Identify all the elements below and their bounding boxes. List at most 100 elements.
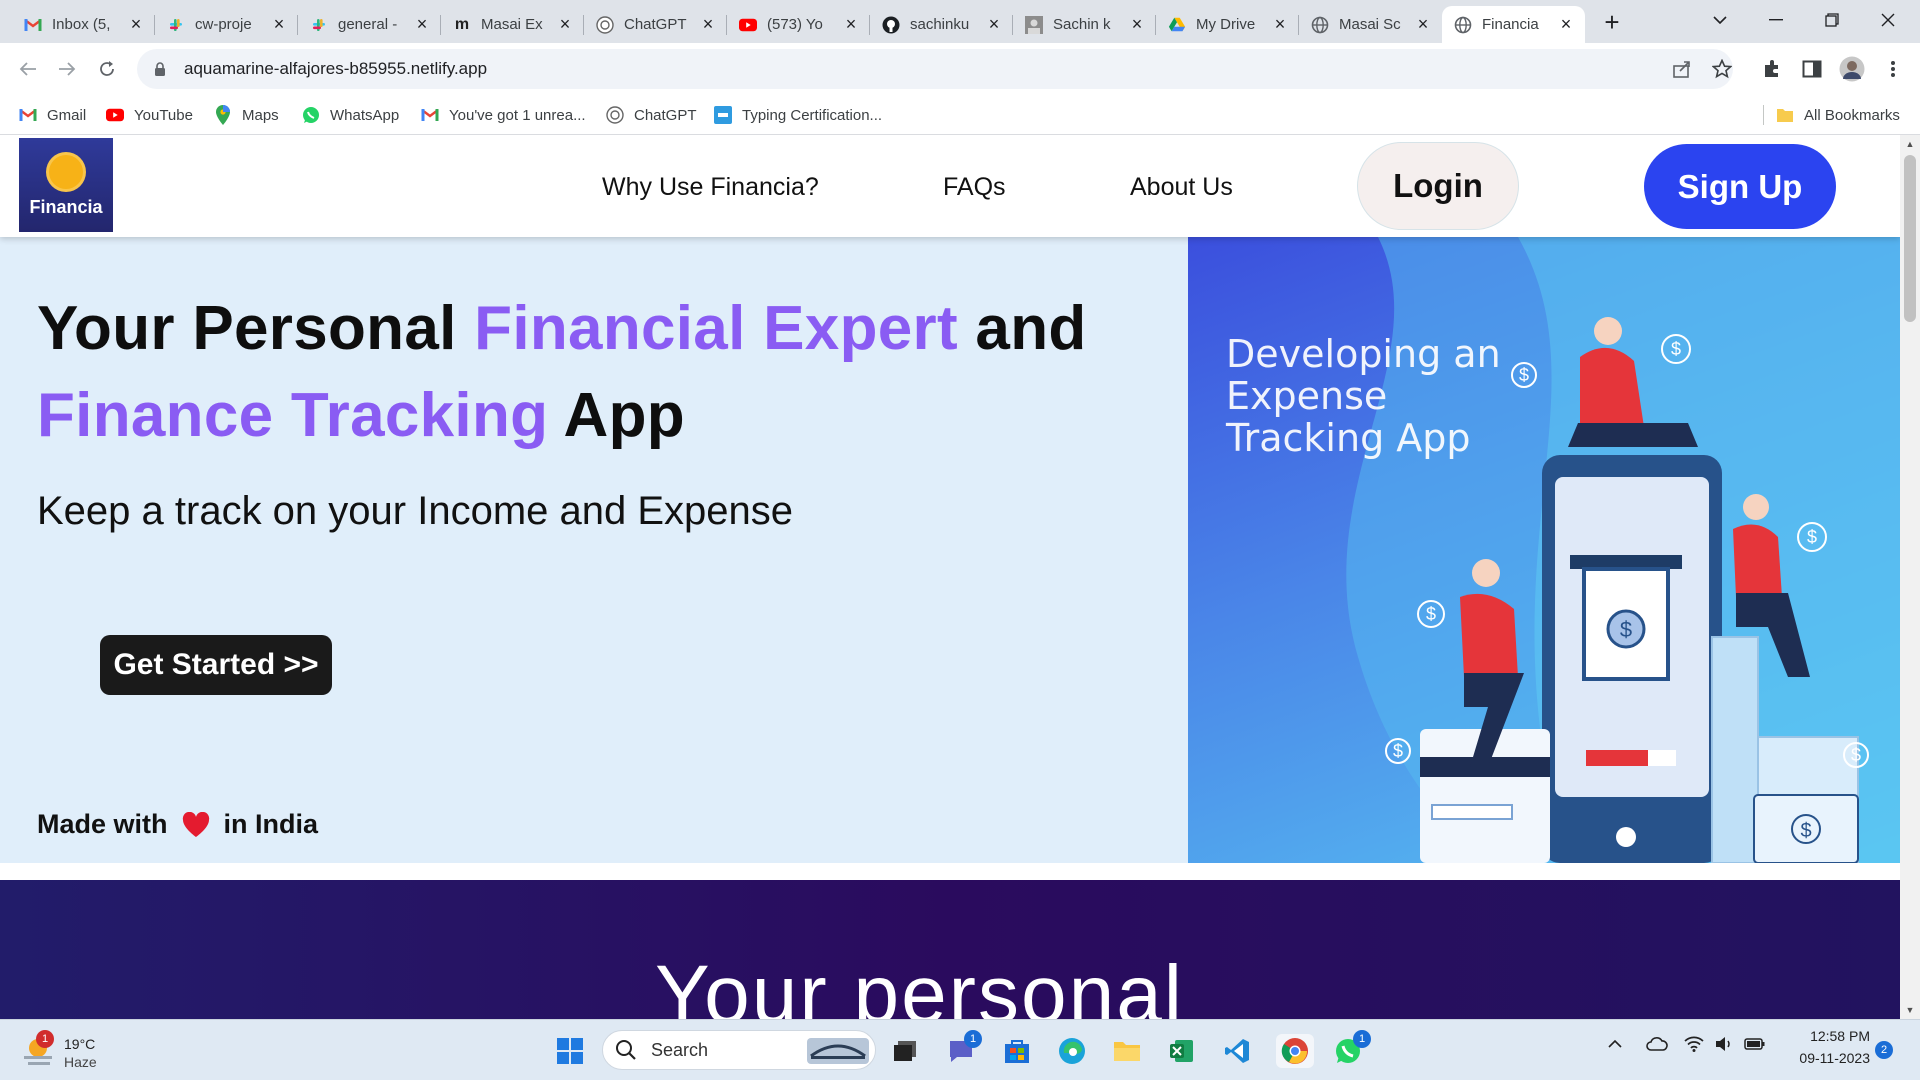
hero-subtitle: Keep a track on your Income and Expense xyxy=(37,489,794,533)
nav-about-us[interactable]: About Us xyxy=(1130,173,1233,202)
close-icon[interactable]: × xyxy=(985,14,1003,34)
signup-button[interactable]: Sign Up xyxy=(1644,144,1836,229)
show-hidden-icons-chevron-icon[interactable] xyxy=(1608,1036,1622,1052)
vscode-icon[interactable] xyxy=(1220,1034,1254,1068)
lock-icon[interactable] xyxy=(150,61,170,77)
bookmark-gmail[interactable]: Gmail xyxy=(19,103,86,127)
tab-masai-school[interactable]: Masai Sc × xyxy=(1299,6,1442,43)
search-placeholder: Search xyxy=(651,1039,709,1060)
volume-icon[interactable] xyxy=(1715,1036,1733,1055)
edge-browser-icon[interactable] xyxy=(1055,1034,1089,1068)
profile-avatar-icon[interactable] xyxy=(1839,56,1865,82)
battery-icon[interactable] xyxy=(1744,1037,1766,1054)
side-panel-icon[interactable] xyxy=(1799,56,1825,82)
sun-icon xyxy=(49,155,83,189)
gmail-icon xyxy=(24,16,42,34)
svg-text:$: $ xyxy=(1800,820,1811,842)
close-icon[interactable]: × xyxy=(1414,14,1432,34)
wifi-icon[interactable] xyxy=(1684,1036,1704,1055)
reload-button[interactable] xyxy=(91,53,123,85)
weather-widget[interactable]: 1 19°C Haze xyxy=(20,1030,110,1074)
close-icon[interactable]: × xyxy=(1271,14,1289,34)
back-button[interactable] xyxy=(12,53,44,85)
extensions-puzzle-icon[interactable] xyxy=(1759,56,1785,82)
chrome-icon[interactable] xyxy=(1276,1034,1314,1068)
microsoft-store-icon[interactable] xyxy=(1000,1034,1034,1068)
bookmark-youtube[interactable]: YouTube xyxy=(106,103,193,127)
close-icon[interactable]: × xyxy=(1557,14,1575,34)
excel-icon[interactable] xyxy=(1165,1034,1199,1068)
bookmark-typing[interactable]: Typing Certification... xyxy=(714,103,882,127)
bookmark-label: Maps xyxy=(242,106,279,124)
scroll-down-arrow-icon[interactable]: ▼ xyxy=(1905,1005,1915,1015)
tab-label: sachinku xyxy=(910,16,970,33)
weather-desc: Haze xyxy=(64,1054,97,1070)
nav-why-use-financia[interactable]: Why Use Financia? xyxy=(602,173,819,202)
tab-financia[interactable]: Financia × xyxy=(1442,6,1585,43)
teams-badge: 1 xyxy=(964,1030,982,1048)
close-icon[interactable]: × xyxy=(556,14,574,34)
close-icon[interactable]: × xyxy=(842,14,860,34)
clock-time[interactable]: 12:58 PM xyxy=(1790,1028,1870,1044)
bookmark-star-icon[interactable] xyxy=(1709,56,1735,82)
tab-label: (573) Yo xyxy=(767,16,823,33)
close-icon[interactable]: × xyxy=(127,14,145,34)
menu-kebab-icon[interactable] xyxy=(1880,56,1906,82)
svg-text:$: $ xyxy=(1671,339,1681,359)
bookmark-label: You've got 1 unrea... xyxy=(449,106,586,124)
all-bookmarks-button[interactable]: All Bookmarks xyxy=(1776,103,1900,127)
tab-github[interactable]: sachinku × xyxy=(870,6,1013,43)
task-view-icon[interactable] xyxy=(888,1034,922,1068)
forward-button[interactable] xyxy=(51,53,83,85)
tab-slack-general[interactable]: general - × xyxy=(298,6,441,43)
gmail-icon xyxy=(19,106,37,124)
whatsapp-icon[interactable]: 1 xyxy=(1331,1030,1371,1068)
tab-masai-exam[interactable]: m Masai Ex × xyxy=(441,6,584,43)
slack-icon xyxy=(310,16,328,34)
close-icon[interactable]: × xyxy=(699,14,717,34)
windows-start-icon[interactable] xyxy=(553,1034,587,1068)
bookmark-whatsapp[interactable]: WhatsApp xyxy=(302,103,399,127)
typing-icon xyxy=(714,106,732,124)
bookmark-gmail-unread[interactable]: You've got 1 unrea... xyxy=(421,103,586,127)
bookmark-chatgpt[interactable]: ChatGPT xyxy=(606,103,697,127)
nav-faqs[interactable]: FAQs xyxy=(943,173,1006,202)
tab-youtube[interactable]: (573) Yo × xyxy=(727,6,870,43)
scroll-up-arrow-icon[interactable]: ▲ xyxy=(1905,139,1915,149)
get-started-button[interactable]: Get Started >> xyxy=(100,635,332,695)
close-icon[interactable]: × xyxy=(413,14,431,34)
close-window-button[interactable] xyxy=(1860,0,1916,40)
file-explorer-icon[interactable] xyxy=(1110,1034,1144,1068)
profile-icon xyxy=(1025,15,1043,34)
illustration-caption: Developing an Expense Tracking App xyxy=(1226,333,1501,459)
notification-count-badge[interactable]: 2 xyxy=(1875,1041,1893,1059)
financia-logo[interactable]: Financia xyxy=(19,138,113,232)
taskbar-search[interactable]: Search xyxy=(602,1030,876,1070)
tab-label: ChatGPT xyxy=(624,16,687,33)
scrollbar-thumb[interactable] xyxy=(1904,155,1916,322)
login-button[interactable]: Login xyxy=(1357,142,1519,230)
page-scrollbar[interactable]: ▲ ▼ xyxy=(1900,135,1920,1019)
maximize-button[interactable] xyxy=(1804,0,1860,40)
tab-search-chevron-icon[interactable] xyxy=(1692,0,1748,40)
close-icon[interactable]: × xyxy=(270,14,288,34)
tab-profile[interactable]: Sachin k × xyxy=(1013,6,1156,43)
tab-label: general - xyxy=(338,16,398,33)
teams-chat-icon[interactable]: 1 xyxy=(944,1030,982,1068)
tab-chatgpt[interactable]: ChatGPT × xyxy=(584,6,727,43)
tab-label: Masai Sc xyxy=(1339,16,1401,33)
tab-drive[interactable]: My Drive × xyxy=(1156,6,1299,43)
bookmark-maps[interactable]: Maps xyxy=(214,103,279,127)
tab-gmail[interactable]: Inbox (5, × xyxy=(12,6,155,43)
share-icon[interactable] xyxy=(1669,56,1695,82)
tab-slack-cw[interactable]: cw-proje × xyxy=(155,6,298,43)
clock-date[interactable]: 09-11-2023 xyxy=(1782,1050,1870,1066)
new-tab-button[interactable]: + xyxy=(1597,8,1627,38)
minimize-button[interactable] xyxy=(1748,0,1804,40)
onedrive-cloud-icon[interactable] xyxy=(1646,1037,1668,1054)
browser-toolbar: aquamarine-alfajores-b85955.netlify.app xyxy=(0,43,1920,95)
caption-line: Developing an xyxy=(1226,332,1501,376)
close-icon[interactable]: × xyxy=(1128,14,1146,34)
address-bar[interactable]: aquamarine-alfajores-b85955.netlify.app xyxy=(137,49,1733,89)
search-icon xyxy=(616,1040,636,1060)
